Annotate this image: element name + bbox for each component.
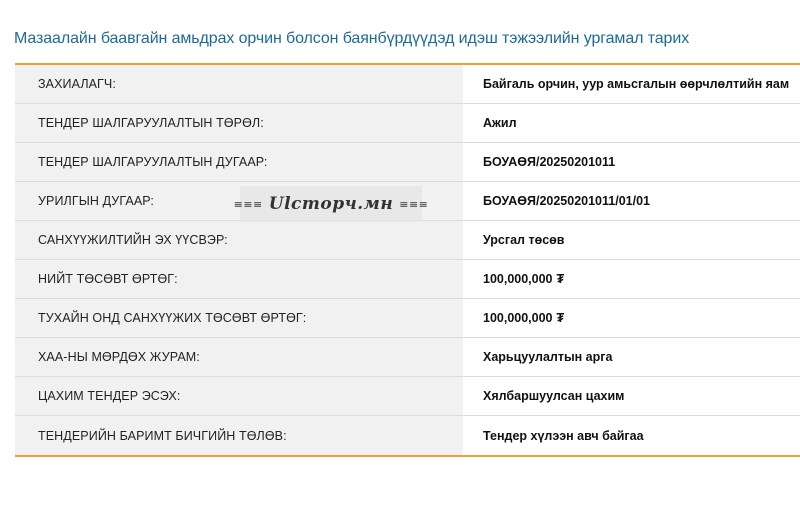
table-row: ТЕНДЕРИЙН БАРИМТ БИЧГИЙН ТӨЛӨВ: Тендер х…	[15, 416, 800, 455]
row-label: ТЕНДЕРИЙН БАРИМТ БИЧГИЙН ТӨЛӨВ:	[15, 416, 463, 455]
table-row: ХАА-НЫ МӨРДӨХ ЖУРАМ: Харьцуулалтын арга	[15, 338, 800, 377]
row-value: Ажил	[463, 104, 800, 142]
watermark-text: Ulcmopч.мн	[268, 194, 394, 214]
total-budget-value: 100,000,000	[483, 272, 553, 286]
annual-budget-value: 100,000,000	[483, 311, 553, 325]
customer-value: Байгаль орчин, уур амьсгалын өөрчлөлтийн…	[483, 77, 790, 91]
tender-details-table: ЗАХИАЛАГЧ: Байгаль орчин, уур амьсгалын …	[15, 63, 800, 457]
row-value: Байгаль орчин, уур амьсгалын өөрчлөлтийн…	[463, 65, 800, 103]
row-label: ТЕНДЕР ШАЛГАРУУЛАЛТЫН ДУГААР:	[15, 143, 463, 181]
row-label: САНХҮҮЖИЛТИЙН ЭХ ҮҮСВЭР:	[15, 221, 463, 259]
row-value: 100,000,000 ₮	[463, 299, 800, 337]
row-value: БОУАӨЯ/20250201011/01/01	[463, 182, 800, 220]
table-row: ТЕНДЕР ШАЛГАРУУЛАЛТЫН ТӨРӨЛ: Ажил	[15, 104, 800, 143]
page-title: Мазаалайн баавгайн амьдрах орчин болсон …	[14, 30, 690, 47]
funding-source-value: Урсгал төсөв	[483, 233, 565, 247]
e-tender-value: Хялбаршуулсан цахим	[483, 389, 625, 403]
table-row: НИЙТ ТӨСӨВТ ӨРТӨГ: 100,000,000 ₮	[15, 260, 800, 299]
row-label: НИЙТ ТӨСӨВТ ӨРТӨГ:	[15, 260, 463, 298]
row-label: ЗАХИАЛАГЧ:	[15, 65, 463, 103]
row-value: Урсгал төсөв	[463, 221, 800, 259]
row-label: ТЕНДЕР ШАЛГАРУУЛАЛТЫН ТӨРӨЛ:	[15, 104, 463, 142]
invitation-number-value: БОУАӨЯ/20250201011/01/01	[483, 194, 650, 208]
row-value: Тендер хүлээн авч байгаа	[463, 416, 800, 455]
watermark-bars-right: ≡≡≡	[399, 197, 429, 211]
document-status-value: Тендер хүлээн авч байгаа	[483, 428, 644, 443]
tugrik-icon: ₮	[556, 311, 565, 325]
row-value: Хялбаршуулсан цахим	[463, 377, 800, 415]
row-label: ХАА-НЫ МӨРДӨХ ЖУРАМ:	[15, 338, 463, 376]
tugrik-icon: ₮	[556, 272, 565, 286]
tender-type-value: Ажил	[483, 116, 517, 130]
watermark: ≡≡≡ Ulcmopч.мн ≡≡≡	[234, 186, 428, 222]
table-row: ТУХАЙН ОНД САНХҮҮЖИХ ТӨСӨВТ ӨРТӨГ: 100,0…	[15, 299, 800, 338]
watermark-bars-left: ≡≡≡	[233, 197, 263, 211]
procurement-method-value: Харьцуулалтын арга	[483, 350, 613, 364]
table-row: ТЕНДЕР ШАЛГАРУУЛАЛТЫН ДУГААР: БОУАӨЯ/202…	[15, 143, 800, 182]
table-row: ЗАХИАЛАГЧ: Байгаль орчин, уур амьсгалын …	[15, 65, 800, 104]
tender-number-value: БОУАӨЯ/20250201011	[483, 155, 616, 169]
table-row: ЦАХИМ ТЕНДЕР ЭСЭХ: Хялбаршуулсан цахим	[15, 377, 800, 416]
row-label: ЦАХИМ ТЕНДЕР ЭСЭХ:	[15, 377, 463, 415]
row-label: ТУХАЙН ОНД САНХҮҮЖИХ ТӨСӨВТ ӨРТӨГ:	[15, 299, 463, 337]
row-value: 100,000,000 ₮	[463, 260, 800, 298]
table-row: САНХҮҮЖИЛТИЙН ЭХ ҮҮСВЭР: Урсгал төсөв	[15, 221, 800, 260]
row-value: БОУАӨЯ/20250201011	[463, 143, 800, 181]
row-value: Харьцуулалтын арга	[463, 338, 800, 376]
